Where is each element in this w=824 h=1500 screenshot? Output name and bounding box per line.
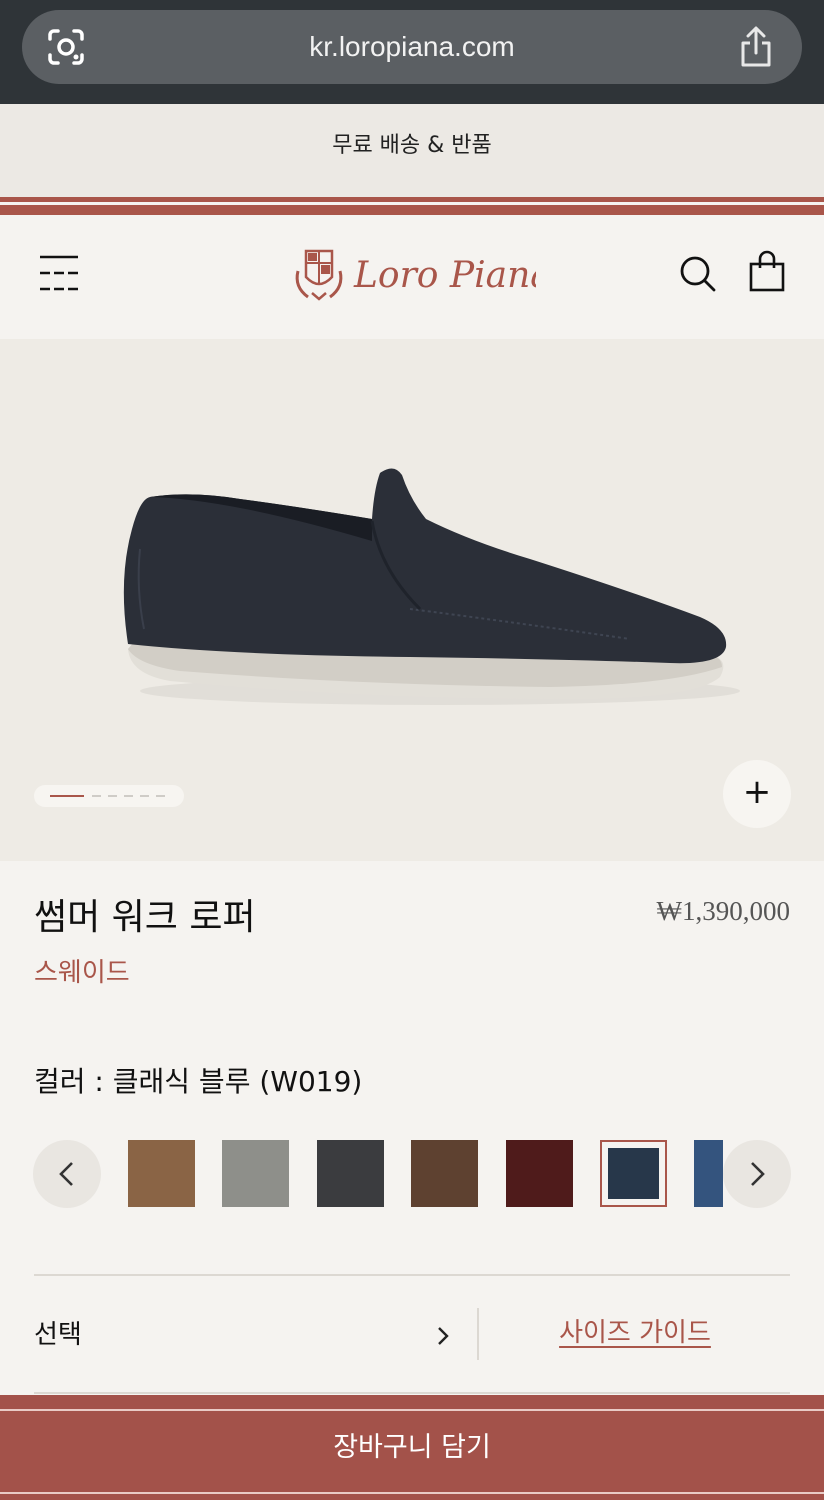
gallery-pager[interactable] [34, 785, 184, 807]
brand-stripe [0, 197, 824, 202]
site-header: Loro Piana [0, 215, 824, 339]
browser-bar: kr.loropiana.com [0, 0, 824, 104]
pager-dot[interactable] [156, 795, 165, 797]
search-icon[interactable] [678, 254, 718, 294]
promo-banner: 무료 배송 & 반품 [0, 104, 824, 198]
color-swatch-carousel [0, 1132, 824, 1216]
swatch-burgundy[interactable] [506, 1140, 573, 1207]
swatch-classic-blue[interactable] [600, 1140, 667, 1207]
product-title: 썸머 워크 로퍼 [34, 897, 256, 938]
address-bar[interactable]: kr.loropiana.com [22, 10, 802, 84]
crest-icon [295, 249, 343, 301]
pager-dot[interactable] [108, 795, 117, 797]
divider [477, 1308, 479, 1360]
size-select-label: 선택 [34, 1320, 82, 1350]
product-price: ₩1,390,000 [656, 896, 790, 926]
brand-stripe [0, 205, 824, 215]
size-select[interactable]: 선택 [34, 1300, 464, 1366]
divider [34, 1392, 790, 1394]
product-gallery[interactable]: + [0, 339, 824, 861]
product-material: 스웨이드 [34, 958, 130, 988]
share-icon[interactable] [736, 25, 776, 69]
pager-active-indicator [50, 795, 84, 797]
url-text[interactable]: kr.loropiana.com [22, 10, 802, 84]
promo-text: 무료 배송 & 반품 [332, 133, 492, 158]
size-guide-link[interactable]: 사이즈 가이드 [480, 1312, 790, 1349]
divider [34, 1274, 790, 1276]
chevron-left-icon [59, 1162, 73, 1186]
product-image [123, 468, 740, 705]
brand-wordmark: Loro Piana [353, 255, 536, 296]
add-to-cart-button[interactable]: 장바구니 담기 [0, 1395, 824, 1500]
swatch-tan[interactable] [128, 1140, 195, 1207]
swatch-next-button[interactable] [723, 1140, 791, 1208]
plus-icon: + [742, 772, 772, 812]
cart-button-border [0, 1492, 824, 1494]
menu-icon[interactable] [38, 253, 80, 293]
color-label: 컬러 : 클래식 블루 (W019) [34, 1065, 363, 1098]
swatch-denim-blue[interactable] [694, 1140, 723, 1207]
swatch-grey[interactable] [222, 1140, 289, 1207]
pager-dot[interactable] [140, 795, 149, 797]
swatch-charcoal[interactable] [317, 1140, 384, 1207]
zoom-button[interactable]: + [723, 760, 791, 828]
swatch-classic-blue-fill [608, 1148, 659, 1199]
shopping-bag-icon[interactable] [748, 250, 786, 292]
swatch-brown[interactable] [411, 1140, 478, 1207]
add-to-cart-label: 장바구니 담기 [333, 1432, 491, 1463]
cart-button-border [0, 1409, 824, 1411]
brand-logo[interactable]: Loro Piana [292, 243, 536, 303]
pager-dot[interactable] [92, 795, 101, 797]
pager-dot[interactable] [124, 795, 133, 797]
swatch-prev-button[interactable] [33, 1140, 101, 1208]
chevron-right-icon [751, 1162, 765, 1186]
chevron-right-icon [438, 1327, 449, 1345]
